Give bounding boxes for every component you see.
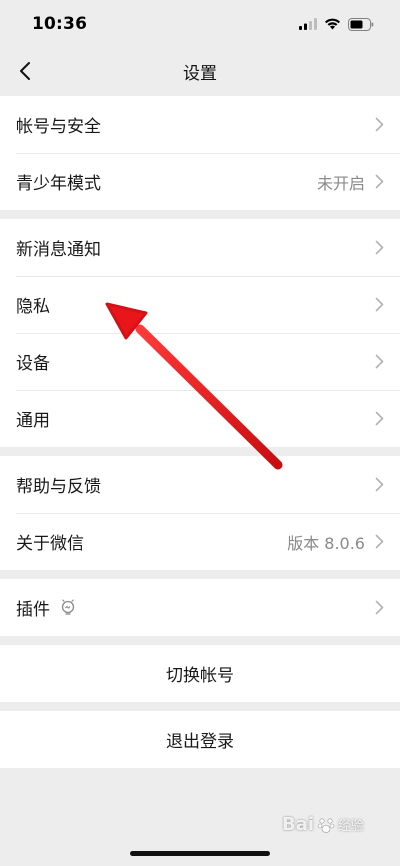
chevron-right-icon (375, 240, 384, 255)
watermark-brand: Bai (282, 814, 315, 835)
settings-item-general[interactable]: 通用 (0, 390, 400, 447)
chevron-right-icon (375, 600, 384, 615)
settings-item-account-security[interactable]: 帐号与安全 (0, 96, 400, 153)
chevron-right-icon (375, 534, 384, 549)
settings-group-about: 帮助与反馈 关于微信 版本 8.0.6 (0, 456, 400, 570)
page-title: 设置 (183, 63, 217, 84)
settings-group-plugins: 插件 (0, 579, 400, 636)
watermark-sub: 经验 (338, 819, 365, 834)
settings-item-about-wechat[interactable]: 关于微信 版本 8.0.6 (0, 513, 400, 570)
status-time: 10:36 (32, 14, 88, 34)
settings-item-plugins[interactable]: 插件 (0, 579, 400, 636)
chevron-right-icon (375, 354, 384, 369)
settings-item-label: 青少年模式 (16, 174, 101, 194)
settings-item-label: 帮助与反馈 (16, 477, 101, 497)
logout-group: 退出登录 (0, 711, 400, 768)
status-bar: 10:36 (0, 0, 400, 48)
settings-item-label: 新消息通知 (16, 240, 101, 260)
settings-item-label: 关于微信 (16, 534, 84, 554)
chevron-right-icon (375, 174, 384, 189)
settings-item-label: 设备 (16, 354, 50, 374)
settings-item-label: 帐号与安全 (16, 117, 101, 137)
settings-group-account: 帐号与安全 青少年模式 未开启 (0, 96, 400, 210)
watermark-logo: Bai 经验 (282, 814, 364, 835)
settings-item-notifications[interactable]: 新消息通知 (0, 219, 400, 276)
wifi-icon (325, 18, 340, 30)
settings-item-label: 隐私 (16, 297, 50, 317)
cellular-signal-icon (299, 18, 317, 30)
settings-item-teen-mode[interactable]: 青少年模式 未开启 (0, 153, 400, 210)
chevron-right-icon (375, 297, 384, 312)
chevron-left-icon (20, 62, 30, 80)
settings-item-label: 插件 (16, 600, 50, 620)
home-indicator (130, 851, 270, 856)
settings-item-privacy[interactable]: 隐私 (0, 276, 400, 333)
status-icons (299, 17, 374, 31)
battery-icon (348, 17, 374, 31)
settings-item-devices[interactable]: 设备 (0, 333, 400, 390)
chevron-right-icon (375, 117, 384, 132)
plugin-lightbulb-icon (60, 598, 76, 617)
switch-account-group: 切换帐号 (0, 645, 400, 702)
version-label: 版本 8.0.6 (287, 533, 365, 553)
teen-mode-status: 未开启 (316, 173, 365, 193)
settings-group-general: 新消息通知 隐私 设备 通用 (0, 219, 400, 447)
back-button[interactable] (10, 56, 40, 86)
settings-item-help-feedback[interactable]: 帮助与反馈 (0, 456, 400, 513)
logout-button[interactable]: 退出登录 (0, 711, 400, 768)
paw-icon (317, 817, 335, 833)
nav-bar: 设置 (0, 48, 400, 94)
settings-item-label: 通用 (16, 411, 50, 431)
logout-label: 退出登录 (166, 732, 234, 752)
chevron-right-icon (375, 477, 384, 492)
switch-account-label: 切换帐号 (166, 666, 234, 686)
switch-account-button[interactable]: 切换帐号 (0, 645, 400, 702)
chevron-right-icon (375, 411, 384, 426)
